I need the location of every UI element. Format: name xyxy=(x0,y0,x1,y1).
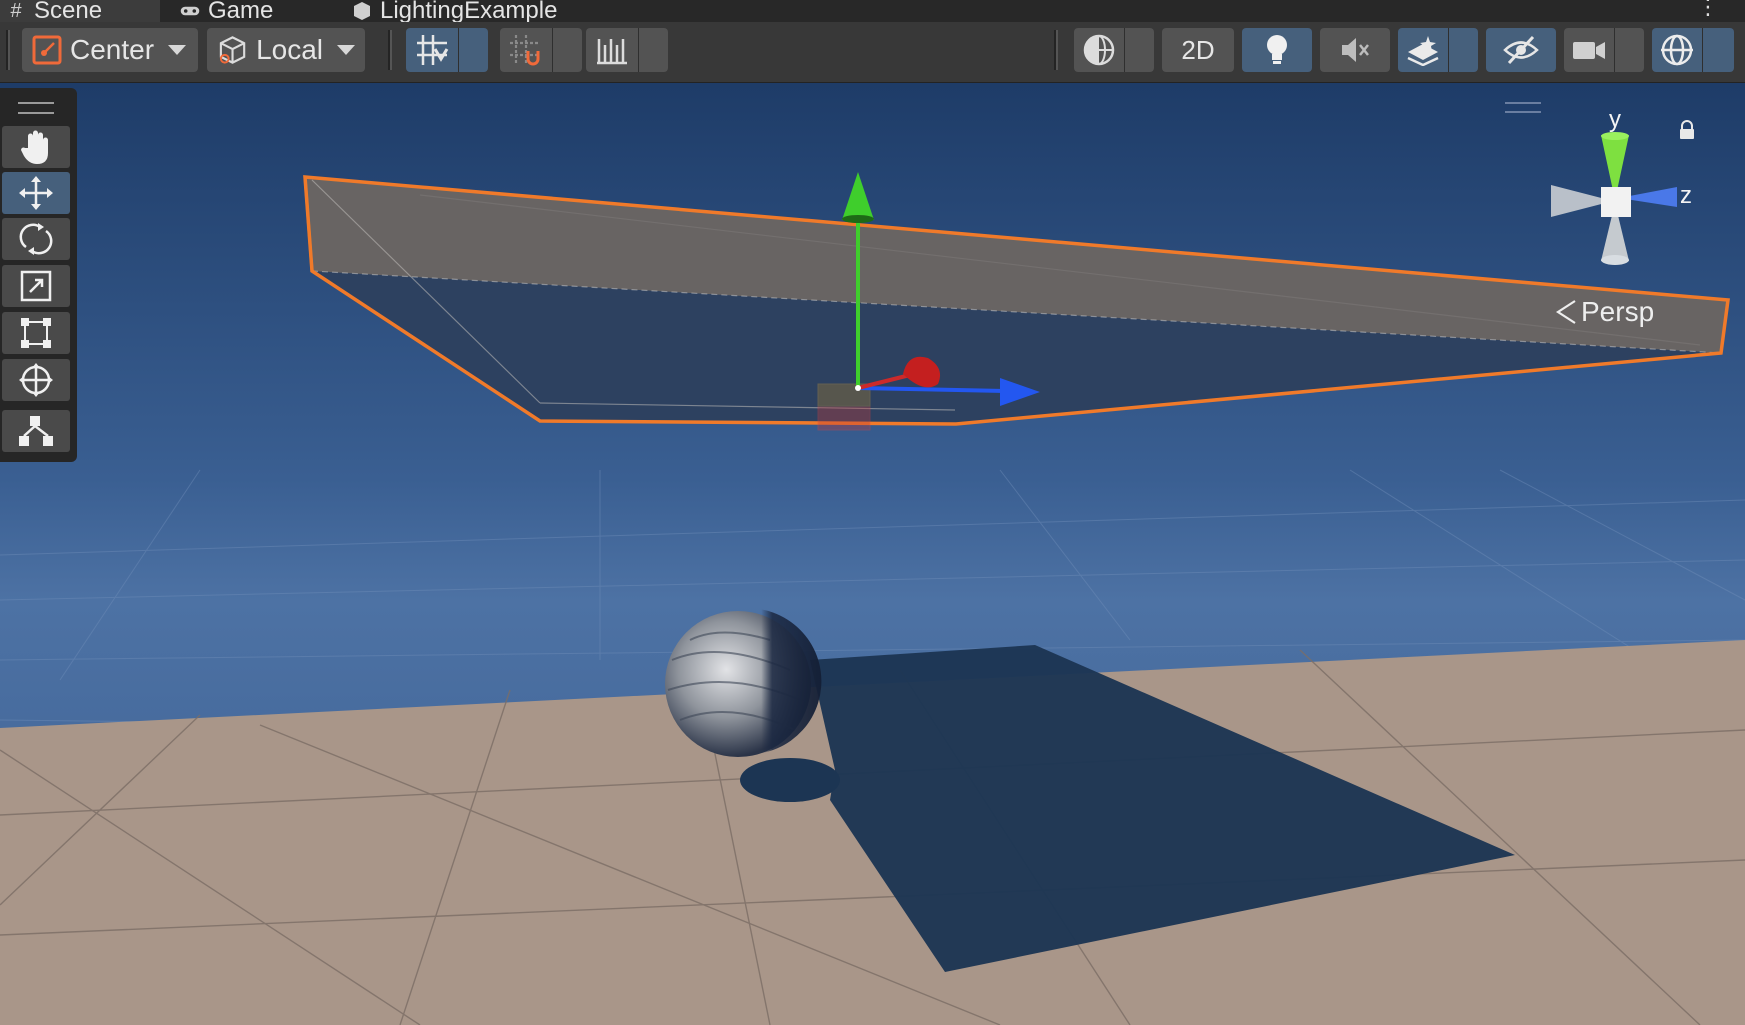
transform-tool-button[interactable] xyxy=(2,359,70,401)
gizmo-label-y: y xyxy=(1609,106,1621,133)
tools-drag-handle[interactable] xyxy=(18,102,54,114)
hash-icon: # xyxy=(10,0,22,22)
scale-tool-button[interactable] xyxy=(2,265,70,307)
increment-snap-dropdown[interactable] xyxy=(638,28,668,72)
pivot-mode-label: Center xyxy=(70,34,155,65)
local-cube-icon xyxy=(219,36,246,64)
chevron-down-icon xyxy=(168,45,187,55)
pivot-rotation-dropdown[interactable]: Local xyxy=(207,28,365,72)
custom-editor-tool-button[interactable] xyxy=(2,410,70,452)
gizmo-label-z: z xyxy=(1680,182,1692,209)
grid-toggle-button[interactable] xyxy=(406,28,458,72)
draw-mode-group xyxy=(1074,28,1154,72)
rotate-tool-button[interactable] xyxy=(2,218,70,260)
tab-game-label: Game xyxy=(208,0,274,22)
transform-icon xyxy=(19,363,53,397)
scene-toolbar: Center Local 2D xyxy=(0,22,1745,83)
draw-mode-button[interactable] xyxy=(1074,28,1124,72)
camera-icon xyxy=(1573,42,1605,59)
projection-label: Persp xyxy=(1581,296,1655,327)
toggle-2d-label: 2D xyxy=(1181,34,1215,65)
scene-lighting-toggle[interactable] xyxy=(1242,28,1312,72)
sphere-shadow xyxy=(740,758,840,802)
rect-transform-icon xyxy=(21,318,51,348)
tab-bar: # Scene Game LightingExample ⋮ xyxy=(0,0,1745,22)
hand-icon xyxy=(21,130,48,164)
gizmos-toggle-button[interactable] xyxy=(1652,28,1702,72)
grid-visibility-group xyxy=(406,28,488,72)
rotate-icon xyxy=(19,223,53,255)
gizmos-group xyxy=(1652,28,1734,72)
camera-settings-dropdown[interactable] xyxy=(1614,28,1644,72)
scene-viewport[interactable] xyxy=(0,83,1745,1025)
audio-toggle[interactable] xyxy=(1320,28,1390,72)
toolbar-grip xyxy=(388,30,392,70)
gizmo-globe-icon xyxy=(1661,34,1693,66)
tools-overlay xyxy=(0,88,77,462)
effects-layers-icon xyxy=(1407,36,1439,66)
increment-snap-button[interactable] xyxy=(586,28,638,72)
grid-snapping-dropdown[interactable] xyxy=(552,28,582,72)
unity-scene-icon xyxy=(352,0,372,22)
tab-lightingexample[interactable]: LightingExample xyxy=(352,0,612,22)
projection-toggle[interactable]: Persp xyxy=(1555,296,1654,328)
rect-tool-button[interactable] xyxy=(2,312,70,354)
hand-tool-button[interactable] xyxy=(2,126,70,168)
scene-visibility-toggle[interactable] xyxy=(1486,28,1556,72)
tab-scene[interactable]: # Scene xyxy=(0,0,160,22)
chevron-down-icon xyxy=(337,45,355,55)
chevron-left-icon xyxy=(1555,300,1576,324)
speaker-muted-icon xyxy=(1342,38,1369,62)
sphere-object[interactable] xyxy=(665,608,822,757)
shaded-sphere-icon xyxy=(1083,34,1115,66)
edit-path-icon xyxy=(19,416,53,446)
gizmos-dropdown[interactable] xyxy=(1702,28,1734,72)
pivot-rotation-label: Local xyxy=(256,34,323,65)
effects-toggle-button[interactable] xyxy=(1398,28,1448,72)
gizmo-lock-icon[interactable] xyxy=(1678,120,1696,140)
scale-icon xyxy=(20,270,52,302)
grid-snap-magnet-icon xyxy=(510,35,540,66)
tab-scene-label: Scene xyxy=(34,0,103,22)
pivot-mode-dropdown[interactable]: Center xyxy=(22,28,198,72)
more-options-icon[interactable]: ⋮ xyxy=(1697,0,1719,18)
pivot-center-icon xyxy=(32,35,62,65)
tab-game[interactable]: Game xyxy=(180,0,320,22)
gamepad-icon xyxy=(180,0,200,22)
grid-options-dropdown[interactable] xyxy=(458,28,488,72)
eye-hidden-icon xyxy=(1503,35,1539,65)
toggle-2d-button[interactable]: 2D xyxy=(1162,28,1234,72)
grid-snapping-button[interactable] xyxy=(500,28,552,72)
grid-snap-icon xyxy=(417,35,449,65)
toolbar-grip xyxy=(1054,30,1058,70)
ruler-snap-icon xyxy=(597,39,627,65)
increment-snap-group xyxy=(586,28,668,72)
move-tool-button[interactable] xyxy=(2,172,70,214)
camera-settings-button[interactable] xyxy=(1564,28,1614,72)
move-arrows-icon xyxy=(19,176,53,210)
draw-mode-dropdown[interactable] xyxy=(1124,28,1154,72)
tab-lightingexample-label: LightingExample xyxy=(380,0,558,22)
effects-group xyxy=(1398,28,1478,72)
scene-orientation-gizmo[interactable]: y z xyxy=(1535,105,1695,275)
lightbulb-icon xyxy=(1267,35,1287,64)
gizmo-center-cube[interactable] xyxy=(1601,187,1631,217)
effects-dropdown[interactable] xyxy=(1448,28,1478,72)
grid-snapping-group xyxy=(500,28,582,72)
toolbar-grip xyxy=(6,30,10,70)
camera-settings-group xyxy=(1564,28,1644,72)
